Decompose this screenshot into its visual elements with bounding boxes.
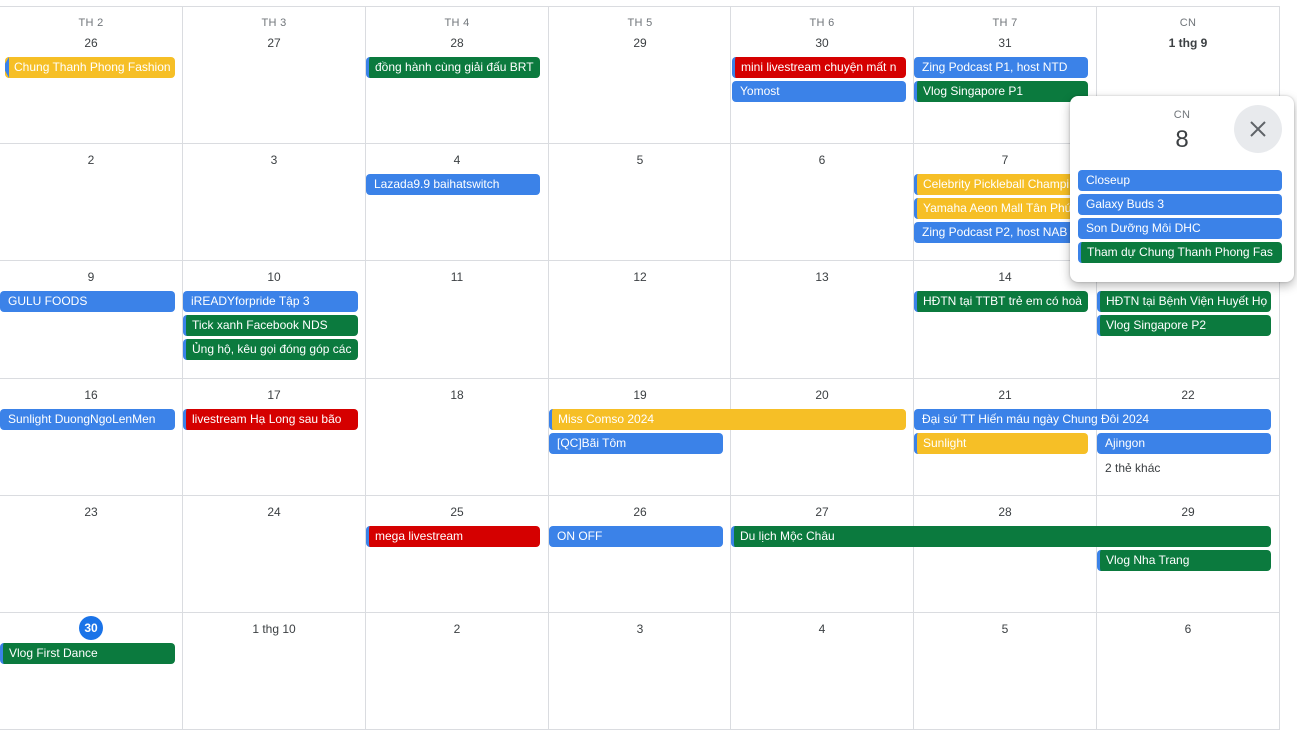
close-icon xyxy=(1250,121,1266,137)
event-chip[interactable]: GULU FOODS xyxy=(0,291,175,312)
weekday-header: CN xyxy=(1179,17,1197,29)
day-number[interactable]: 21 xyxy=(914,388,1096,402)
weekday-header: TH 7 xyxy=(992,17,1018,29)
weekday-header: TH 6 xyxy=(809,17,835,29)
popup-event-chip[interactable]: Tham dự Chung Thanh Phong Fas xyxy=(1078,242,1282,263)
day-number[interactable]: 13 xyxy=(731,270,913,284)
weekday-header: TH 5 xyxy=(627,17,653,29)
day-number[interactable]: 14 xyxy=(914,270,1096,284)
day-number[interactable]: 12 xyxy=(549,270,731,284)
day-number[interactable]: 10 xyxy=(183,270,365,284)
day-number[interactable]: 23 xyxy=(0,505,182,519)
day-number[interactable]: 17 xyxy=(183,388,365,402)
day-number[interactable]: 2 xyxy=(366,622,548,636)
popup-event-chip[interactable]: Son Dưỡng Môi DHC xyxy=(1078,218,1282,239)
event-chip[interactable]: iREADYforpride Tập 3 xyxy=(183,291,358,312)
day-number[interactable]: 28 xyxy=(914,505,1096,519)
event-chip[interactable]: Đại sứ TT Hiến máu ngày Chung Đôi 2024 xyxy=(914,409,1271,430)
event-chip[interactable]: Lazada9.9 baihatswitch xyxy=(366,174,540,195)
event-chip[interactable]: Sunlight DuongNgoLenMen xyxy=(0,409,175,430)
day-number[interactable]: 31 xyxy=(914,36,1096,50)
event-title: Chung Thanh Phong Fashion xyxy=(14,60,171,74)
day-number[interactable]: 24 xyxy=(183,505,365,519)
day-number[interactable]: 18 xyxy=(366,388,548,402)
day-number[interactable]: 4 xyxy=(366,153,548,167)
weekday-header: TH 3 xyxy=(261,17,287,29)
day-number[interactable]: 1 thg 9 xyxy=(1097,36,1279,50)
event-chip[interactable]: Tick xanh Facebook NDS xyxy=(183,315,358,336)
today-day-number[interactable]: 30 xyxy=(79,616,103,640)
close-button[interactable] xyxy=(1234,105,1282,153)
event-chip[interactable]: Vlog Singapore P2 xyxy=(1097,315,1271,336)
event-chip[interactable]: HĐTN tại TTBT trẻ em có hoà xyxy=(914,291,1088,312)
event-chip[interactable]: Celebrity Pickleball Champi xyxy=(914,174,1088,195)
day-number[interactable]: 28 xyxy=(366,36,548,50)
day-number[interactable]: 2 xyxy=(0,153,182,167)
day-number[interactable]: 29 xyxy=(549,36,731,50)
day-number[interactable]: 3 xyxy=(183,153,365,167)
weekday-header: TH 4 xyxy=(444,17,470,29)
day-number[interactable]: 6 xyxy=(731,153,913,167)
event-chip[interactable]: ON OFF xyxy=(549,526,723,547)
day-number[interactable]: 5 xyxy=(914,622,1096,636)
day-number[interactable]: 5 xyxy=(549,153,731,167)
event-chip[interactable]: Vlog First Dance xyxy=(0,643,175,664)
event-chip[interactable]: Miss Comso 2024 xyxy=(549,409,906,430)
event-chip[interactable]: đồng hành cùng giải đấu BRT xyxy=(366,57,540,78)
day-number[interactable]: 19 xyxy=(549,388,731,402)
day-number[interactable]: 4 xyxy=(731,622,913,636)
day-events-popup: CN 8 Closeup Galaxy Buds 3 Son Dưỡng Môi… xyxy=(1070,96,1294,282)
event-chip[interactable]: HĐTN tại Bệnh Viện Huyết Họ xyxy=(1097,291,1271,312)
event-chip[interactable]: Zing Podcast P2, host NAB xyxy=(914,222,1088,243)
day-number[interactable]: 1 thg 10 xyxy=(183,622,365,636)
day-number[interactable]: 26 xyxy=(0,36,182,50)
weekday-header: TH 2 xyxy=(78,17,104,29)
grid-line xyxy=(0,378,1280,379)
event-chip[interactable]: mini livestream chuyện mất n xyxy=(732,57,906,78)
popup-event-chip[interactable]: Closeup xyxy=(1078,170,1282,191)
day-number[interactable]: 11 xyxy=(366,270,548,284)
day-number[interactable]: 3 xyxy=(549,622,731,636)
day-number[interactable]: 7 xyxy=(914,153,1096,167)
more-events-link[interactable]: 2 thẻ khác xyxy=(1105,461,1160,475)
day-number[interactable]: 27 xyxy=(731,505,913,519)
event-chip[interactable]: mega livestream xyxy=(366,526,540,547)
day-number[interactable]: 16 xyxy=(0,388,182,402)
event-chip[interactable]: livestream Hạ Long sau bão xyxy=(183,409,358,430)
day-number[interactable]: 20 xyxy=(731,388,913,402)
day-number[interactable]: 30 xyxy=(731,36,913,50)
continues-left-icon xyxy=(5,57,9,78)
event-chip[interactable]: Vlog Singapore P1 xyxy=(914,81,1088,102)
event-chip[interactable]: Chung Thanh Phong Fashion xyxy=(5,57,175,78)
event-chip[interactable]: Ajingon xyxy=(1097,433,1271,454)
event-chip[interactable]: Sunlight xyxy=(914,433,1088,454)
day-number[interactable]: 26 xyxy=(549,505,731,519)
event-chip[interactable]: Zing Podcast P1, host NTD xyxy=(914,57,1088,78)
day-number[interactable]: 9 xyxy=(0,270,182,284)
event-chip[interactable]: Du lịch Mộc Châu xyxy=(731,526,1271,547)
grid-line xyxy=(0,6,1280,7)
day-number[interactable]: 29 xyxy=(1097,505,1279,519)
event-chip[interactable]: Ủng hộ, kêu gọi đóng góp các xyxy=(183,339,358,360)
day-number[interactable]: 27 xyxy=(183,36,365,50)
event-chip[interactable]: [QC]Bãi Tôm xyxy=(549,433,723,454)
event-chip[interactable]: Yomost xyxy=(732,81,906,102)
event-chip[interactable]: Yamaha Aeon Mall Tân Phú xyxy=(914,198,1088,219)
grid-line xyxy=(0,612,1280,613)
grid-line xyxy=(0,495,1280,496)
day-number[interactable]: 6 xyxy=(1097,622,1279,636)
day-number[interactable]: 25 xyxy=(366,505,548,519)
popup-event-chip[interactable]: Galaxy Buds 3 xyxy=(1078,194,1282,215)
event-chip[interactable]: Vlog Nha Trang xyxy=(1097,550,1271,571)
day-number[interactable]: 22 xyxy=(1097,388,1279,402)
